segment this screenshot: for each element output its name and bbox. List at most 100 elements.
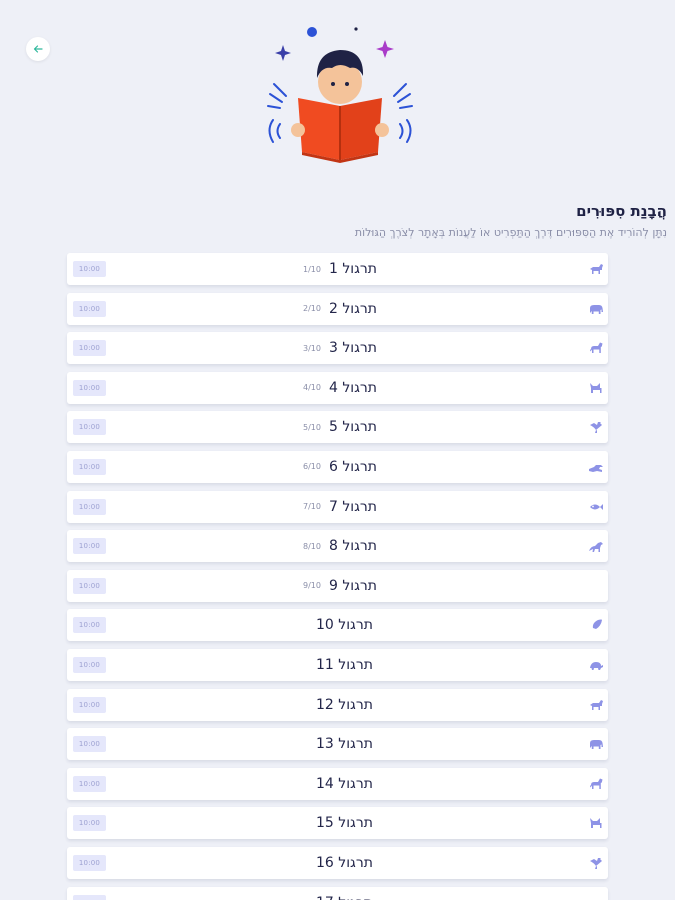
horse-icon <box>590 778 603 789</box>
exercise-title: תרגול 4 <box>328 379 377 396</box>
exercise-title: תרגול 1 <box>328 261 377 277</box>
exercise-title-group: 7/10 תרגול 7 <box>303 491 377 523</box>
duration-badge: 10:00 <box>73 419 106 436</box>
duration-badge: 10:00 <box>73 300 106 317</box>
exercise-row[interactable]: 10:00 תרגול 14 <box>67 767 608 800</box>
progress-count: 8/10 <box>303 541 321 551</box>
exercise-row[interactable]: 10:00 3/10 תרגול 3 <box>67 332 608 365</box>
exercise-title: תרגול 13 <box>316 736 373 753</box>
progress-count: 3/10 <box>303 343 321 353</box>
progress-count: 7/10 <box>303 502 321 512</box>
exercise-row[interactable]: 10:00 6/10 תרגול 6 <box>67 450 608 483</box>
duration-badge: 10:00 <box>73 656 106 673</box>
exercise-title: תרגול 6 <box>328 458 377 475</box>
progress-count: 2/10 <box>303 304 321 314</box>
cat-icon <box>590 382 602 393</box>
exercise-title: תרגול 14 <box>316 775 373 792</box>
duration-badge: 10:00 <box>73 538 106 555</box>
exercise-row[interactable]: 10:00 תרגול 12 <box>67 688 608 721</box>
exercise-row[interactable]: 10:00 7/10 תרגול 7 <box>67 490 608 523</box>
duration-badge: 10:00 <box>73 458 106 475</box>
duration-badge: 10:00 <box>73 815 106 832</box>
exercise-title-group: 5/10 תרגול 5 <box>303 411 377 443</box>
exercise-title-group: תרגול 14 <box>316 768 373 800</box>
duration-badge: 10:00 <box>73 775 106 792</box>
bird-icon <box>590 422 602 434</box>
exercise-row[interactable]: 10:00 1/10 תרגול 1 <box>67 253 608 285</box>
boy-reading-book-illustration <box>267 27 413 163</box>
story-comprehension-screen: הֲבָנַת סִפּוּרִים נִתָּן לְהוֹרִיד אֶת … <box>0 0 675 900</box>
exercise-title-group: תרגול 13 <box>316 728 373 760</box>
progress-count: 4/10 <box>303 383 321 393</box>
exercise-title: תרגול 11 <box>316 656 373 673</box>
turtle-icon <box>590 661 603 670</box>
crocodile-icon <box>588 895 604 900</box>
exercise-title-group: תרגול 17 <box>316 887 373 900</box>
exercise-title: תרגול 5 <box>328 419 377 436</box>
exercise-row[interactable]: 10:00 5/10 תרגול 5 <box>67 411 608 444</box>
progress-count: 9/10 <box>303 581 321 591</box>
exercise-title-group: 1/10 תרגול 1 <box>303 253 377 285</box>
back-button[interactable] <box>26 37 50 61</box>
exercise-title-group: 2/10 תרגול 2 <box>303 293 377 325</box>
arrow-left-icon <box>33 45 43 53</box>
duration-badge: 10:00 <box>73 379 106 396</box>
exercise-row[interactable]: 10:00 9/10 תרגול 9 <box>67 569 608 602</box>
exercise-title-group: תרגול 16 <box>316 847 373 879</box>
exercise-title: תרגול 2 <box>328 300 377 317</box>
exercise-title-group: 3/10 תרגול 3 <box>303 332 377 364</box>
duration-badge: 10:00 <box>73 577 106 594</box>
duration-badge: 10:00 <box>73 736 106 753</box>
exercise-title-group: תרגול 10 <box>316 609 373 641</box>
exercise-row[interactable]: 10:00 תרגול 15 <box>67 807 608 840</box>
exercise-row[interactable]: 10:00 2/10 תרגול 2 <box>67 292 608 325</box>
cat-icon <box>590 818 602 829</box>
exercise-title-group: תרגול 11 <box>316 649 373 681</box>
section-subtitle: נִתָּן לְהוֹרִיד אֶת הַסִּפּוּרִים דֶּרֶ… <box>354 226 667 239</box>
exercise-title-group: 6/10 תרגול 6 <box>303 451 377 483</box>
exercise-row[interactable]: 10:00 8/10 תרגול 8 <box>67 530 608 563</box>
exercise-title-group: 8/10 תרגול 8 <box>303 530 377 562</box>
exercise-title-group: תרגול 15 <box>316 807 373 839</box>
duration-badge: 10:00 <box>73 340 106 357</box>
progress-count: 1/10 <box>303 264 321 274</box>
crocodile-icon <box>589 464 603 472</box>
feather-icon <box>590 619 602 632</box>
progress-count: 6/10 <box>303 462 321 472</box>
exercise-title: תרגול 17 <box>316 895 373 900</box>
exercise-title-group: תרגול 12 <box>316 689 373 721</box>
exercise-title: תרגול 7 <box>328 498 377 515</box>
exercise-row[interactable]: 10:00 4/10 תרגול 4 <box>67 371 608 404</box>
elephant-icon <box>590 304 603 314</box>
section-title: הֲבָנַת סִפּוּרִים <box>576 202 667 220</box>
horse-icon <box>590 342 603 354</box>
progress-count: 5/10 <box>303 422 321 432</box>
duration-badge: 10:00 <box>73 696 106 713</box>
exercise-row[interactable]: 10:00 תרגול 16 <box>67 846 608 879</box>
exercise-title: תרגול 9 <box>328 577 377 594</box>
exercise-title: תרגול 12 <box>316 696 373 713</box>
duration-badge: 10:00 <box>73 498 106 515</box>
exercise-row[interactable]: 10:00 תרגול 11 <box>67 648 608 681</box>
fish-icon <box>590 503 603 510</box>
exercise-title: תרגול 15 <box>316 815 373 832</box>
exercise-list: 10:00 1/10 תרגול 1 10:00 2/10 תרגול 2 10:00 3/1… <box>67 253 608 900</box>
exercise-title: תרגול 8 <box>328 538 377 555</box>
duration-badge: 10:00 <box>73 261 106 277</box>
exercise-title-group: 9/10 תרגול 9 <box>303 570 377 602</box>
dinosaur-icon <box>589 542 603 553</box>
exercise-row[interactable]: 10:00 תרגול 17 <box>67 886 608 900</box>
duration-badge: 10:00 <box>73 854 106 871</box>
bird-icon <box>590 857 602 869</box>
exercise-title-group: 4/10 תרגול 4 <box>303 372 377 404</box>
exercise-title: תרגול 16 <box>316 854 373 871</box>
exercise-title: תרגול 10 <box>316 617 373 634</box>
exercise-row[interactable]: 10:00 תרגול 10 <box>67 609 608 642</box>
elephant-icon <box>590 740 603 750</box>
duration-badge: 10:00 <box>73 894 106 900</box>
exercise-title: תרגול 3 <box>328 340 377 357</box>
duration-badge: 10:00 <box>73 617 106 634</box>
exercise-row[interactable]: 10:00 תרגול 13 <box>67 728 608 761</box>
dog-icon <box>590 699 603 710</box>
dog-icon <box>590 264 603 274</box>
